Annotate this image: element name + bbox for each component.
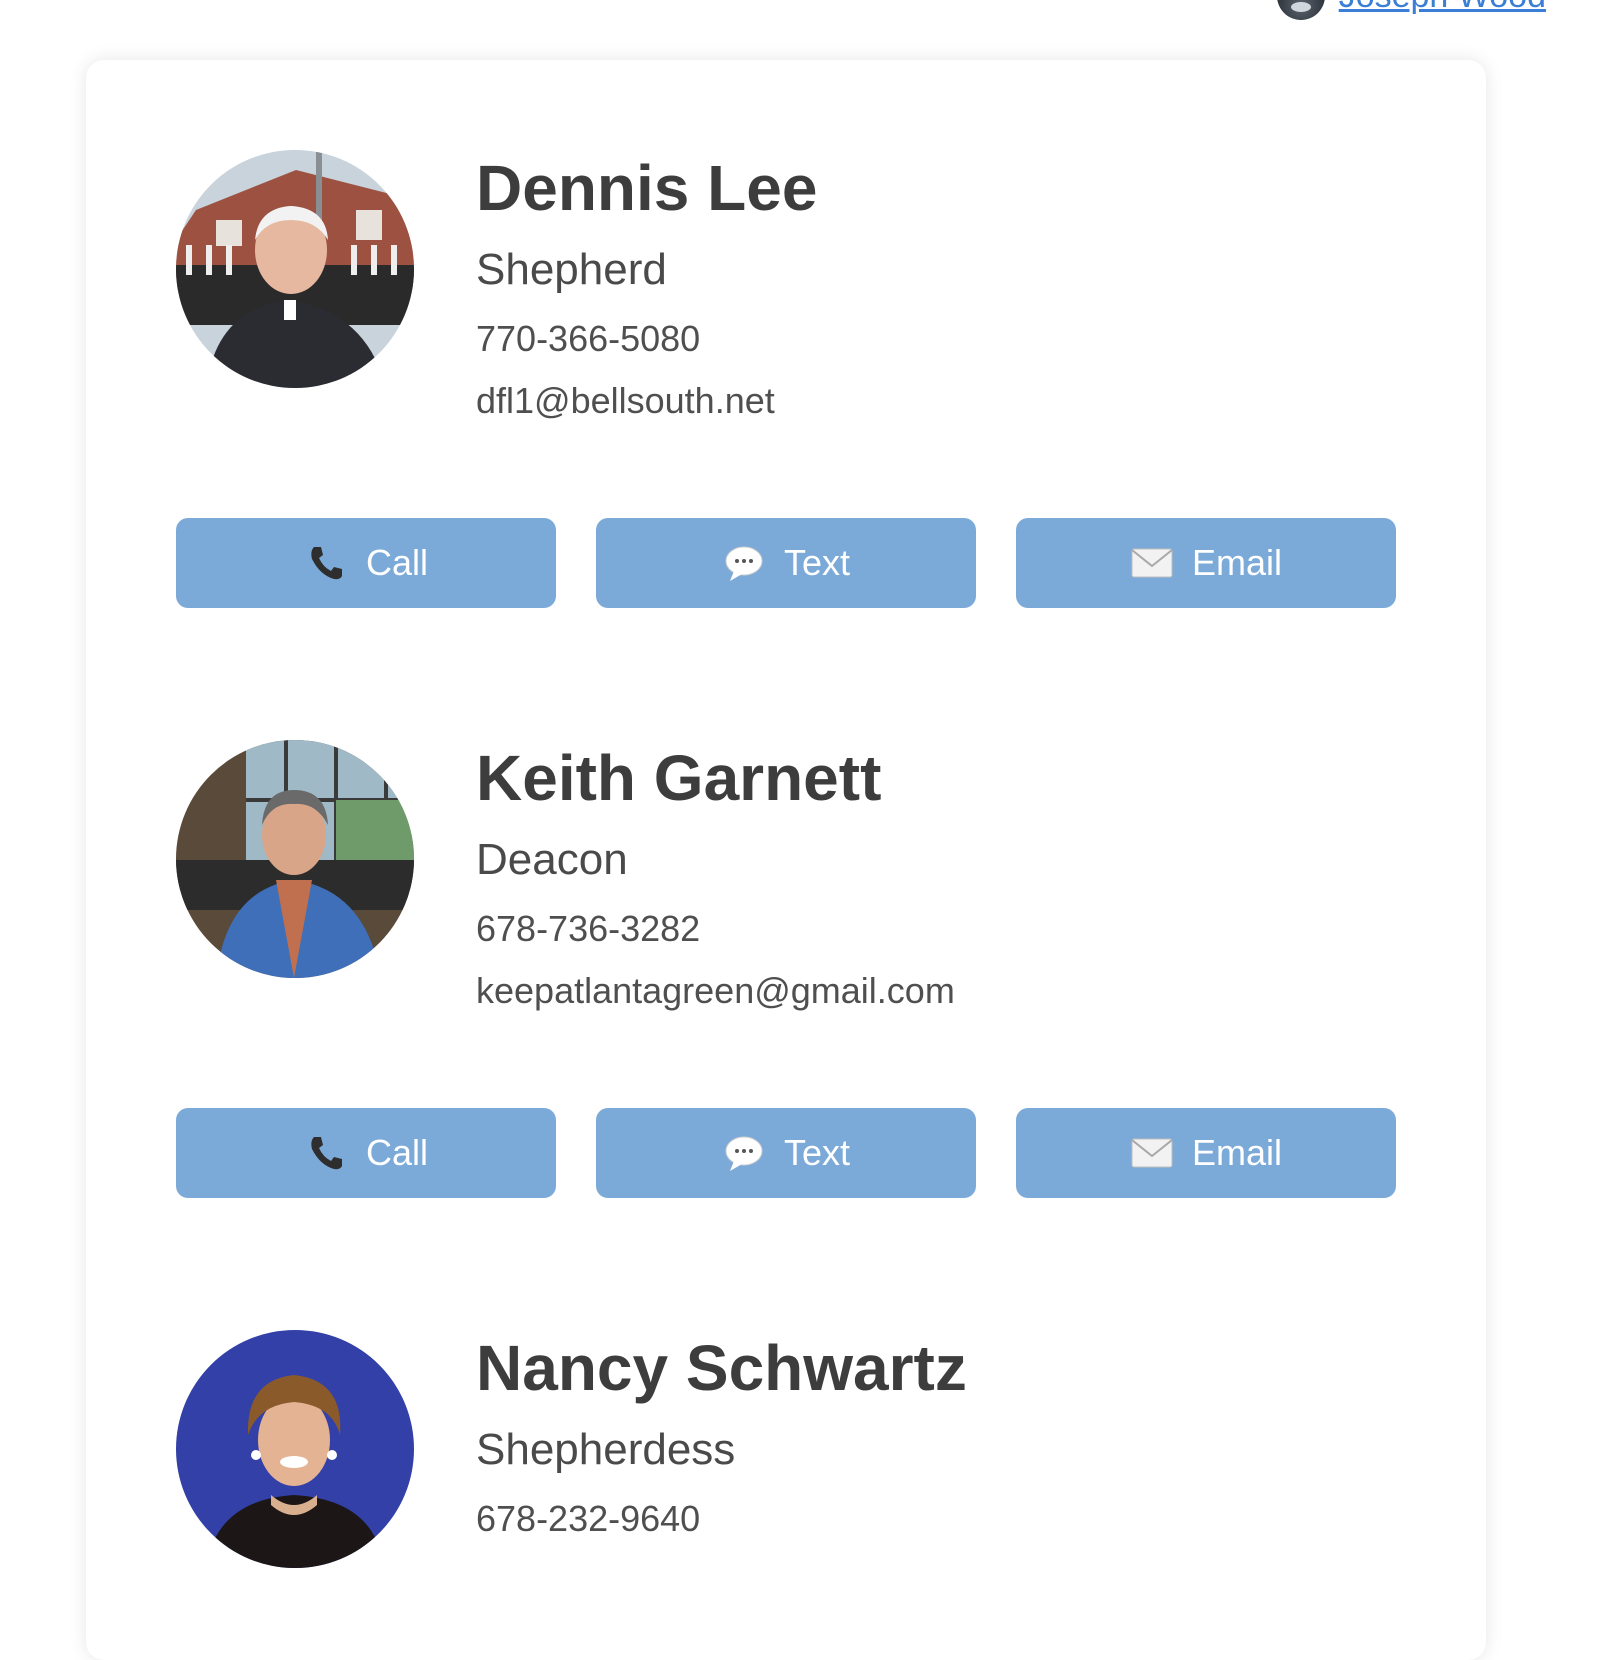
current-user-link[interactable]: Joseph Wood <box>1276 0 1546 20</box>
envelope-icon <box>1130 1131 1174 1175</box>
email-button[interactable]: Email <box>1016 1108 1396 1198</box>
email-button[interactable]: Email <box>1016 518 1396 608</box>
text-button[interactable]: Text <box>596 518 976 608</box>
contact-role: Shepherdess <box>476 1425 736 1474</box>
phone-icon <box>304 541 348 585</box>
contact-actions: Call Text Email <box>176 518 1396 608</box>
contact-info: Keith Garnett Deacon 678-736-3282 keepat… <box>476 742 955 1012</box>
user-avatar <box>1276 0 1325 20</box>
envelope-icon <box>1130 541 1174 585</box>
text-button[interactable]: Text <box>596 1108 976 1198</box>
contact-role: Deacon <box>476 835 628 884</box>
contact-phone: 678-232-9640 <box>476 1498 701 1539</box>
contact-avatar <box>176 1330 414 1568</box>
contact-actions: Call Text Email <box>176 1108 1396 1198</box>
contact-name: Nancy Schwartz <box>476 1332 967 1404</box>
contact-email: keepatlantagreen@gmail.com <box>476 970 955 1011</box>
contact-email: dfl1@bellsouth.net <box>476 380 775 421</box>
phone-icon <box>304 1131 348 1175</box>
contact-phone: 678-736-3282 <box>476 908 701 949</box>
contact-name: Keith Garnett <box>476 742 882 814</box>
contact-role: Shepherd <box>476 245 667 294</box>
contact-name: Dennis Lee <box>476 152 818 224</box>
speech-bubble-icon <box>722 541 766 585</box>
user-name-link[interactable]: Joseph Wood <box>1339 0 1546 20</box>
contact-info: Dennis Lee Shepherd 770-366-5080 dfl1@be… <box>476 152 817 422</box>
contact-avatar <box>176 740 414 978</box>
contact-avatar <box>176 150 414 388</box>
contact-info: Nancy Schwartz Shepherdess 678-232-9640 <box>476 1332 967 1540</box>
speech-bubble-icon <box>722 1131 766 1175</box>
call-button[interactable]: Call <box>176 518 556 608</box>
contact-phone: 770-366-5080 <box>476 318 701 359</box>
contact-card: Dennis Lee Shepherd 770-366-5080 dfl1@be… <box>86 60 1486 1660</box>
call-button[interactable]: Call <box>176 1108 556 1198</box>
